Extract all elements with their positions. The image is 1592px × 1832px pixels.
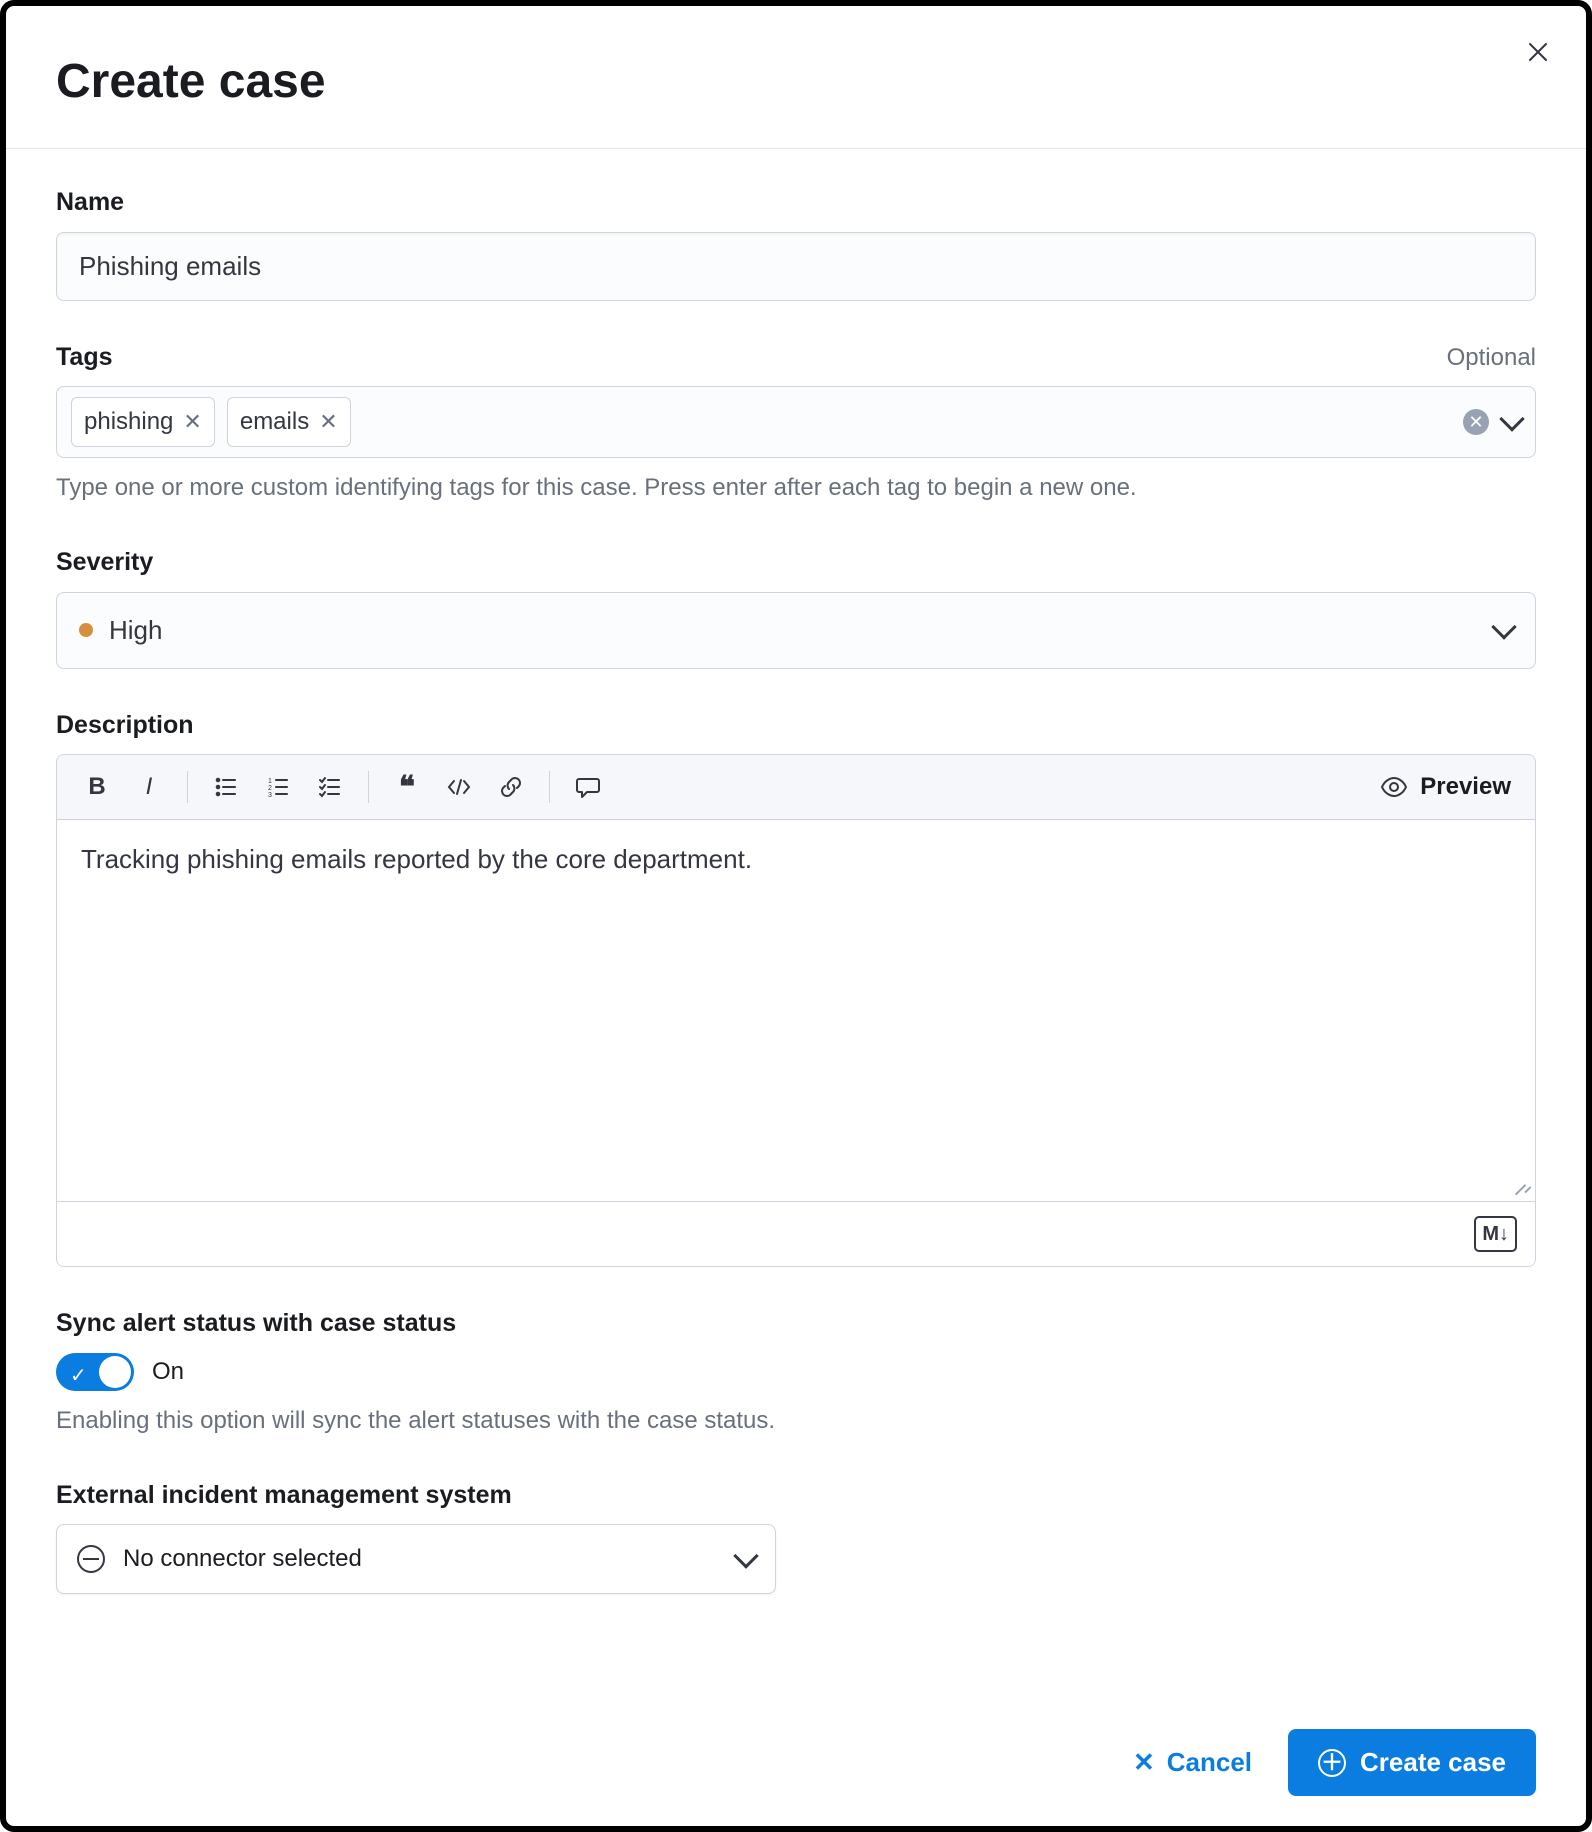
sync-label: Sync alert status with case status — [56, 1305, 456, 1343]
create-label: Create case — [1360, 1747, 1506, 1778]
sync-help-text: Enabling this option will sync the alert… — [56, 1403, 1536, 1439]
tag-remove-icon[interactable]: ✕ — [319, 411, 337, 433]
svg-text:3: 3 — [268, 792, 272, 798]
preview-label: Preview — [1420, 773, 1511, 801]
cancel-button[interactable]: ✕ Cancel — [1127, 1746, 1258, 1779]
tags-label: Tags — [56, 339, 113, 377]
severity-dot-icon — [79, 623, 93, 637]
editor-toolbar: B I 123 ❝ — [57, 755, 1535, 820]
tags-help-text: Type one or more custom identifying tags… — [56, 470, 1536, 506]
form-row-tags: Tags Optional phishing ✕ emails ✕ ✕ Type… — [56, 339, 1536, 507]
connector-value: No connector selected — [123, 1541, 362, 1577]
italic-icon[interactable]: I — [127, 765, 171, 809]
link-icon[interactable] — [489, 765, 533, 809]
toggle-knob — [99, 1356, 131, 1388]
unordered-list-icon[interactable] — [204, 765, 248, 809]
eye-icon — [1380, 777, 1408, 797]
tag-pill[interactable]: emails ✕ — [227, 397, 351, 447]
form-row-connector: External incident management system No c… — [56, 1477, 1536, 1595]
plus-circle-icon: ＋ — [1318, 1749, 1346, 1777]
severity-select[interactable]: High — [56, 592, 1536, 669]
svg-text:1: 1 — [268, 778, 272, 785]
chevron-down-icon[interactable] — [1499, 406, 1524, 431]
chevron-down-icon — [1491, 614, 1516, 639]
ordered-list-icon[interactable]: 123 — [256, 765, 300, 809]
close-icon: ✕ — [1133, 1747, 1155, 1778]
editor-footer: M↓ — [57, 1201, 1535, 1266]
create-case-button[interactable]: ＋ Create case — [1288, 1729, 1536, 1796]
tags-input[interactable]: phishing ✕ emails ✕ ✕ — [56, 386, 1536, 458]
severity-label: Severity — [56, 544, 153, 582]
modal-title: Create case — [56, 46, 1536, 118]
name-label: Name — [56, 184, 124, 222]
chevron-down-icon — [733, 1543, 758, 1568]
sync-state-label: On — [152, 1354, 184, 1390]
tags-optional-badge: Optional — [1447, 340, 1536, 376]
severity-value: High — [109, 611, 162, 650]
modal-header: Create case — [6, 6, 1586, 149]
toolbar-separator — [368, 771, 369, 803]
toolbar-separator — [187, 771, 188, 803]
description-editor: B I 123 ❝ — [56, 754, 1536, 1267]
sync-toggle[interactable]: ✓ — [56, 1353, 134, 1391]
code-icon[interactable] — [437, 765, 481, 809]
name-input[interactable] — [56, 232, 1536, 301]
tag-pill[interactable]: phishing ✕ — [71, 397, 215, 447]
bold-icon[interactable]: B — [75, 765, 119, 809]
connector-label: External incident management system — [56, 1477, 512, 1515]
tags-clear-icon[interactable]: ✕ — [1463, 409, 1489, 435]
form-row-description: Description B I 123 ❝ — [56, 707, 1536, 1268]
no-connector-icon — [77, 1545, 105, 1573]
create-case-modal: Create case Name Tags Optional phishing … — [0, 0, 1592, 1832]
svg-text:2: 2 — [268, 785, 272, 792]
connector-select[interactable]: No connector selected — [56, 1524, 776, 1594]
form-row-name: Name — [56, 184, 1536, 301]
description-label: Description — [56, 707, 194, 745]
resize-handle-icon[interactable] — [1511, 1177, 1531, 1197]
description-textarea[interactable] — [57, 820, 1535, 1190]
check-icon: ✓ — [70, 1361, 87, 1391]
form-row-sync: Sync alert status with case status ✓ On … — [56, 1305, 1536, 1439]
quote-icon[interactable]: ❝ — [385, 765, 429, 809]
tag-label: phishing — [84, 404, 173, 440]
tag-remove-icon[interactable]: ✕ — [183, 411, 201, 433]
preview-button[interactable]: Preview — [1374, 772, 1517, 802]
form-row-severity: Severity High — [56, 544, 1536, 669]
markdown-badge-icon: M↓ — [1474, 1216, 1517, 1252]
tag-label: emails — [240, 404, 309, 440]
checklist-icon[interactable] — [308, 765, 352, 809]
cancel-label: Cancel — [1167, 1747, 1252, 1778]
modal-footer: ✕ Cancel ＋ Create case — [1127, 1729, 1536, 1796]
comment-icon[interactable] — [566, 765, 610, 809]
toolbar-separator — [549, 771, 550, 803]
modal-body: Name Tags Optional phishing ✕ emails ✕ — [6, 149, 1586, 1614]
